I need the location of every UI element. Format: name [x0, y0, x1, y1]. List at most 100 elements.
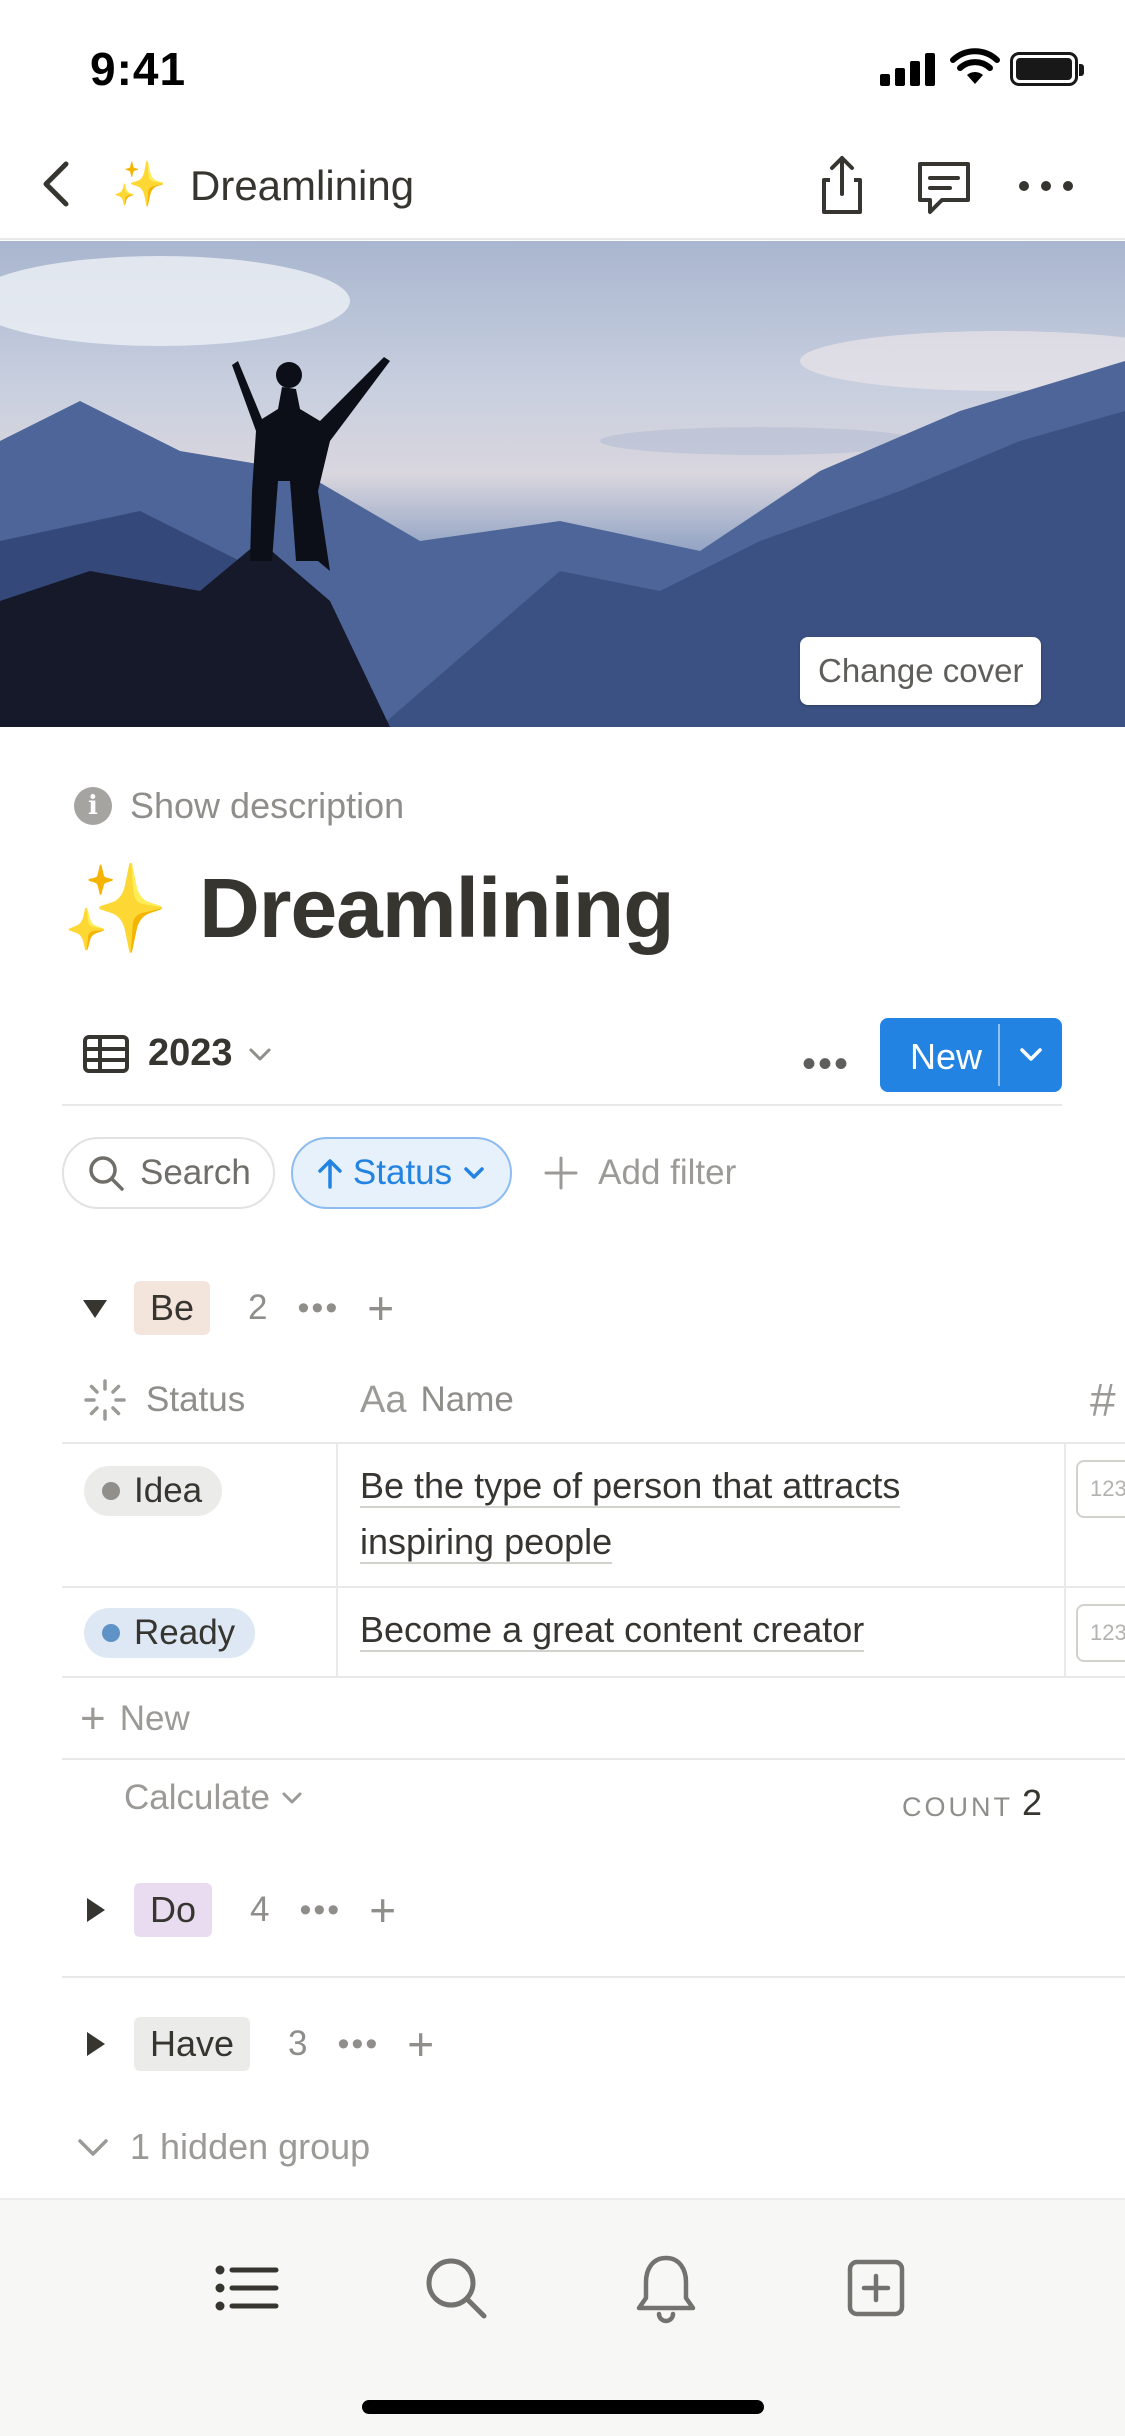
- chevron-down-icon: [249, 1048, 271, 1060]
- add-filter-button[interactable]: Add filter: [542, 1153, 736, 1193]
- table-row[interactable]: Ready Become a great content creator 123: [62, 1588, 1125, 1678]
- status-badge[interactable]: Ready: [84, 1608, 256, 1658]
- wifi-icon: [950, 48, 1000, 84]
- view-selector[interactable]: 2023: [82, 1032, 273, 1075]
- group-add-icon[interactable]: +: [407, 2017, 434, 2071]
- view-name: 2023: [148, 1032, 233, 1074]
- info-icon: i: [74, 787, 112, 825]
- row-name-line: inspiring people: [360, 1521, 613, 1564]
- group-tag[interactable]: Be: [134, 1281, 211, 1335]
- calculation-row: Calculate COUNT 2: [62, 1770, 1062, 1836]
- row-name[interactable]: Become a great content creator: [360, 1602, 1013, 1658]
- status-spinner-icon: [84, 1379, 126, 1421]
- row-name[interactable]: Be the type of person that attracts insp…: [360, 1458, 1013, 1570]
- new-button-divider: [998, 1024, 1000, 1086]
- cellular-signal-icon: [880, 52, 936, 86]
- home-indicator[interactable]: [362, 2400, 764, 2414]
- nav-bar: ✨ Dreamlining: [0, 132, 1125, 240]
- group-count: 2: [248, 1288, 268, 1327]
- new-button[interactable]: New: [880, 1018, 1062, 1092]
- group-add-icon[interactable]: +: [369, 1883, 396, 1937]
- hidden-groups-toggle[interactable]: 1 hidden group: [76, 2126, 370, 2168]
- page-title[interactable]: Dreamlining: [199, 860, 674, 957]
- cell-divider: [336, 1588, 338, 1676]
- status-bar: 9:41: [0, 0, 1125, 132]
- number-input[interactable]: 123: [1076, 1460, 1125, 1518]
- status-badge-label: Idea: [134, 1471, 203, 1510]
- column-name-label: Name: [420, 1380, 514, 1419]
- group-tag[interactable]: Do: [134, 1883, 213, 1937]
- back-icon[interactable]: [28, 152, 84, 216]
- search-icon: [89, 1156, 124, 1191]
- status-dot: [102, 1624, 120, 1642]
- cell-divider: [1064, 1588, 1066, 1676]
- page-icon[interactable]: ✨: [62, 866, 169, 952]
- view-bar: 2023 ••• New: [62, 1012, 1062, 1106]
- table-row[interactable]: Idea Be the type of person that attracts…: [62, 1444, 1125, 1588]
- nav-page-title[interactable]: Dreamlining: [190, 162, 414, 210]
- cell-divider: [336, 1444, 338, 1586]
- plus-icon: [544, 1156, 578, 1190]
- table-header: Status Aa Name #: [62, 1356, 1125, 1444]
- group-more-icon[interactable]: •••: [298, 1289, 340, 1328]
- status-sort-pill[interactable]: Status: [290, 1137, 513, 1209]
- be-table: Status Aa Name # Idea Be the type of per…: [62, 1356, 1125, 1678]
- new-page-icon[interactable]: [836, 2248, 916, 2328]
- page-cover: Change cover: [0, 241, 1125, 727]
- search-icon[interactable]: [416, 2248, 496, 2328]
- chevron-down-icon: [464, 1167, 484, 1179]
- show-description-toggle[interactable]: i Show description: [74, 784, 404, 828]
- triangle-down-icon[interactable]: [80, 1293, 110, 1323]
- group-tag[interactable]: Have: [134, 2017, 251, 2071]
- battery-icon: [1010, 52, 1084, 86]
- cell-divider: [1064, 1444, 1066, 1586]
- group-more-icon[interactable]: •••: [300, 1891, 342, 1930]
- list-icon[interactable]: [206, 2248, 286, 2328]
- status-time: 9:41: [90, 43, 187, 95]
- more-icon[interactable]: [1010, 150, 1082, 222]
- row-name-line: Be the type of person that attracts: [360, 1465, 901, 1508]
- status-badge-label: Ready: [134, 1613, 236, 1652]
- triangle-right-icon[interactable]: [80, 2029, 110, 2059]
- add-filter-label: Add filter: [598, 1153, 737, 1192]
- row-name-line: Become a great content creator: [360, 1609, 865, 1652]
- group-add-icon[interactable]: +: [367, 1281, 394, 1335]
- new-dropdown-chevron-icon[interactable]: [1014, 1040, 1048, 1070]
- group-header-have: Have 3 ••• +: [62, 2014, 434, 2074]
- status-sort-label: Status: [352, 1153, 453, 1192]
- group-header-be: Be 2 ••• +: [62, 1278, 394, 1338]
- share-icon[interactable]: [806, 150, 878, 222]
- status-badge[interactable]: Idea: [84, 1466, 223, 1516]
- column-header-status[interactable]: Status: [82, 1356, 245, 1444]
- search-label: Search: [140, 1153, 251, 1192]
- column-status-label: Status: [146, 1380, 246, 1419]
- add-row-label: New: [119, 1699, 190, 1738]
- calculate-button[interactable]: Calculate: [124, 1778, 306, 1818]
- change-cover-button[interactable]: Change cover: [800, 637, 1042, 705]
- calculate-label: Calculate: [124, 1778, 270, 1817]
- status-dot: [102, 1482, 120, 1500]
- column-header-name[interactable]: Aa Name: [360, 1356, 514, 1444]
- column-header-number[interactable]: #: [1090, 1356, 1116, 1444]
- group-more-icon[interactable]: •••: [338, 2025, 380, 2064]
- plus-icon: +: [80, 1694, 106, 1743]
- group-count: 3: [288, 2024, 308, 2063]
- bell-icon[interactable]: [626, 2248, 706, 2328]
- show-description-label: Show description: [130, 785, 405, 826]
- search-pill[interactable]: Search: [62, 1137, 275, 1209]
- arrow-up-icon: [318, 1159, 342, 1189]
- group-header-do: Do 4 ••• +: [62, 1880, 396, 1940]
- comment-icon[interactable]: [908, 150, 980, 222]
- count-label: COUNT: [902, 1792, 1013, 1822]
- group-divider: [62, 1976, 1125, 1978]
- view-more-icon[interactable]: •••: [802, 1042, 850, 1087]
- triangle-right-icon[interactable]: [80, 1895, 110, 1925]
- table-view-icon: [83, 1034, 129, 1073]
- text-type-icon: Aa: [360, 1378, 407, 1421]
- page-header: ✨ Dreamlining: [62, 860, 675, 957]
- hidden-groups-label: 1 hidden group: [130, 2126, 371, 2167]
- group-count: 4: [250, 1890, 270, 1929]
- add-row-button[interactable]: + New: [62, 1680, 1125, 1760]
- number-input[interactable]: 123: [1076, 1604, 1125, 1662]
- chevron-down-icon: [282, 1792, 302, 1804]
